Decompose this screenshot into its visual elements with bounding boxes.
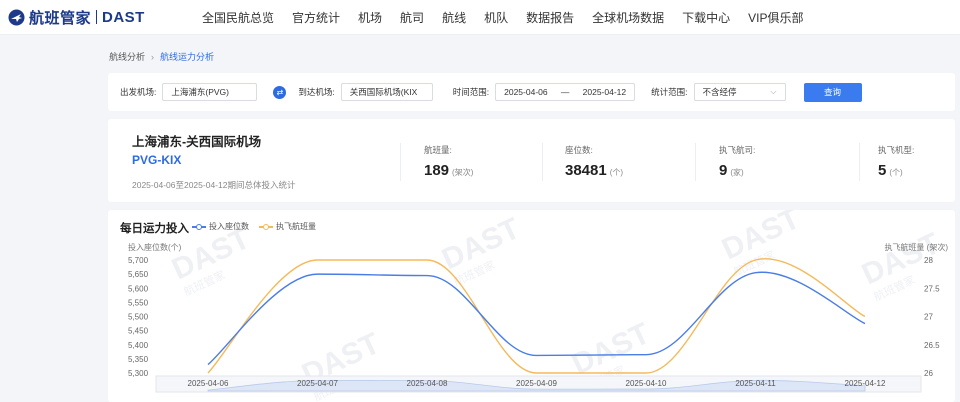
y-tick-left: 5,300: [128, 369, 149, 378]
route-code: PVG-KIX: [132, 153, 182, 167]
stat-range-select[interactable]: 不含经停 ⌵: [693, 83, 786, 101]
legend-item-seats[interactable]: 投入座位数: [192, 221, 249, 232]
divider: [695, 143, 696, 181]
y-tick-left: 5,350: [128, 355, 149, 364]
stat-value: 5: [878, 162, 887, 179]
stat-airlines: 执飞航司: 9 (家): [719, 144, 755, 179]
date-range-picker[interactable]: 2025-04-06 — 2025-04-12: [495, 83, 636, 101]
stat-aircraft-types: 执飞机型: 5 (个): [878, 144, 914, 179]
y-tick-right: 28: [924, 256, 933, 265]
stat-value: 189: [424, 162, 450, 179]
y-tick-left: 5,700: [128, 256, 149, 265]
chart-title: 每日运力投入: [120, 223, 189, 235]
right-axis-title: 执飞航班量 (架次): [884, 242, 948, 252]
divider: [542, 143, 543, 181]
breadcrumb-parent[interactable]: 航线分析: [109, 50, 145, 63]
brand-logo[interactable]: 航班管家 DAST: [8, 7, 186, 28]
breadcrumb-current: 航线运力分析: [160, 52, 215, 62]
x-tick-label: 2025-04-09: [516, 379, 557, 388]
stat-label: 执飞机型:: [878, 145, 915, 155]
stat-label: 航班量:: [424, 145, 452, 155]
nav-item-vip[interactable]: VIP俱乐部: [748, 9, 803, 26]
departure-label: 出发机场:: [120, 87, 157, 97]
route-summary-card: 上海浦东-关西国际机场 PVG-KIX 2025-04-06至2025-04-1…: [108, 119, 955, 202]
date-start: 2025-04-06: [504, 87, 548, 97]
left-axis-title: 投入座位数(个): [128, 242, 182, 252]
departure-airport-value: 上海浦东(PVG): [171, 87, 229, 97]
nav-item-fleet[interactable]: 机队: [484, 9, 508, 26]
stat-range-value: 不含经停: [702, 87, 737, 97]
y-tick-left: 5,500: [128, 313, 149, 322]
stat-label: 座位数:: [565, 145, 593, 155]
x-tick-label: 2025-04-08: [407, 379, 448, 388]
x-tick-label: 2025-04-10: [626, 379, 667, 388]
x-tick-label: 2025-04-06: [188, 379, 229, 388]
route-subtitle: 2025-04-06至2025-04-12期间总体投入统计: [132, 180, 296, 190]
chevron-right-icon: ›: [151, 51, 155, 62]
daily-capacity-chart-panel: DAST航班管家DAST航班管家DAST航班管家DAST航班管家DAST航班管家…: [108, 210, 955, 402]
y-tick-right: 26.5: [924, 341, 940, 350]
x-tick-label: 2025-04-11: [735, 379, 776, 388]
legend-label: 投入座位数: [209, 222, 249, 231]
stat-unit: (个): [889, 168, 903, 177]
time-range-label: 时间范围:: [452, 87, 490, 97]
divider: [859, 143, 860, 181]
breadcrumb: 航线分析 › 航线运力分析: [109, 50, 214, 63]
divider: [400, 143, 401, 181]
nav-item-routes[interactable]: 航线: [442, 9, 466, 26]
arrival-label: 到达机场:: [298, 87, 335, 97]
x-tick-label: 2025-04-12: [845, 379, 886, 388]
stat-unit: (架次): [452, 168, 474, 177]
stat-flights: 航班量: 189 (架次): [424, 144, 473, 179]
stat-unit: (家): [730, 168, 744, 177]
stat-seats: 座位数: 38481 (个): [565, 144, 623, 179]
date-end: 2025-04-12: [582, 87, 627, 97]
nav-item-official-stats[interactable]: 官方统计: [292, 9, 340, 26]
legend-marker: [259, 223, 273, 230]
nav-item-airports[interactable]: 机场: [358, 9, 382, 26]
y-tick-right: 27.5: [924, 284, 940, 293]
stat-unit: (个): [609, 168, 624, 177]
plane-logo-icon: [8, 9, 25, 25]
y-tick-left: 5,450: [128, 327, 149, 336]
stat-value: 9: [719, 162, 728, 179]
y-tick-right: 26: [924, 369, 933, 378]
legend-item-flights[interactable]: 执飞航班量: [259, 221, 316, 232]
y-tick-left: 5,650: [128, 270, 149, 279]
nav-item-downloads[interactable]: 下载中心: [682, 9, 730, 26]
stat-value: 38481: [565, 162, 607, 179]
swap-airports-icon[interactable]: ⇄: [273, 85, 287, 99]
legend-label: 执飞航班量: [276, 222, 316, 231]
y-tick-left: 5,400: [128, 341, 149, 350]
y-tick-left: 5,600: [128, 284, 149, 293]
nav-item-airlines[interactable]: 航司: [400, 9, 424, 26]
brand-name: 航班管家: [29, 9, 92, 27]
stat-range-label: 统计范围:: [651, 87, 688, 97]
date-separator: —: [560, 87, 570, 97]
brand-divider: [96, 10, 98, 24]
nav-item-reports[interactable]: 数据报告: [526, 9, 574, 26]
stat-label: 执飞航司:: [719, 145, 756, 155]
top-navbar: 航班管家 DAST 全国民航总览 官方统计 机场 航司 航线 机队 数据报告 全…: [0, 0, 960, 35]
departure-airport-input[interactable]: 上海浦东(PVG): [162, 83, 258, 101]
nav-item-overview[interactable]: 全国民航总览: [202, 9, 274, 26]
y-tick-right: 27: [924, 313, 933, 322]
series-line-seats: [207, 271, 866, 366]
nav-item-global-airports[interactable]: 全球机场数据: [592, 9, 664, 26]
query-button[interactable]: 查询: [803, 82, 862, 102]
x-tick-label: 2025-04-07: [297, 379, 338, 388]
chart-legend: 投入座位数 执飞航班量: [192, 221, 326, 232]
chevron-down-icon: ⌵: [770, 87, 777, 96]
arrival-airport-value: 关西国际机场(KIX: [349, 87, 418, 97]
route-title: 上海浦东-关西国际机场: [132, 135, 262, 149]
filter-panel: 出发机场: 上海浦东(PVG) ⇄ 到达机场: 关西国际机场(KIX 时间范围:…: [108, 73, 955, 111]
legend-marker: [192, 223, 206, 230]
arrival-airport-input[interactable]: 关西国际机场(KIX: [340, 83, 433, 101]
main-nav: 全国民航总览 官方统计 机场 航司 航线 机队 数据报告 全球机场数据 下载中心…: [202, 9, 821, 26]
y-tick-left: 5,550: [128, 298, 149, 307]
brand-product: DAST: [102, 8, 145, 26]
capacity-line-chart: DAST航班管家DAST航班管家DAST航班管家DAST航班管家DAST航班管家…: [128, 210, 948, 402]
